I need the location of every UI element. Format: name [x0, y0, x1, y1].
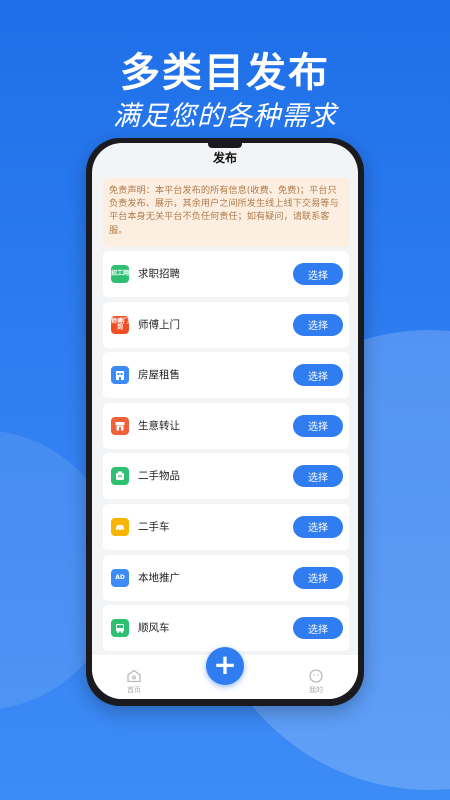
disclaimer-notice: 免责声明：本平台发布的所有信息(收费、免费)；平台只负责发布、展示，其余用户之间…: [103, 178, 349, 247]
select-button-job[interactable]: 选择: [293, 263, 343, 285]
page-title: 发布: [212, 151, 237, 165]
category-item-car[interactable]: 二手车 选择: [103, 503, 349, 550]
phone-screen: 发布 免责声明：本平台发布的所有信息(收费、免费)；平台只负责发布、展示，其余用…: [92, 143, 358, 699]
category-item-job[interactable]: 招工网 求职招聘 选择: [103, 251, 349, 297]
promo-subline: 满足您的各种需求: [113, 101, 337, 132]
promo-headline: 多类目发布: [120, 50, 330, 96]
select-button-car[interactable]: 选择: [293, 515, 343, 538]
tab-home-label: 首页: [127, 686, 141, 694]
tab-mine[interactable]: 我的: [296, 669, 336, 695]
category-item-house[interactable]: 房屋租售 选择: [103, 352, 349, 399]
home-icon: [127, 669, 141, 683]
category-label: 顺风车: [138, 622, 170, 635]
category-item-bus[interactable]: 顺风车 选择: [103, 605, 349, 652]
select-button-house[interactable]: 选择: [293, 364, 343, 387]
category-item-ad[interactable]: AD 本地推广 选择: [103, 554, 349, 601]
bus-icon: [111, 619, 129, 638]
category-label: 二手物品: [138, 470, 180, 483]
category-list: 招工网 求职招聘 选择 师傅门到 师傅上门 选择 房屋租售 选择 生意转让 选择…: [103, 251, 349, 656]
publish-fab-button[interactable]: +: [206, 647, 244, 685]
shop-icon: [111, 416, 129, 435]
select-button-ad[interactable]: 选择: [293, 566, 343, 589]
category-label: 生意转让: [138, 419, 180, 432]
category-label: 求职招聘: [138, 268, 180, 280]
category-item-worker[interactable]: 师傅门到 师傅上门 选择: [103, 301, 349, 348]
goods-icon: [111, 467, 129, 486]
tab-home[interactable]: 首页: [114, 669, 154, 695]
smiley-icon: [309, 669, 323, 683]
select-button-bus[interactable]: 选择: [293, 617, 343, 640]
category-label: 师傅上门: [138, 318, 180, 331]
car-icon: [111, 517, 129, 536]
job-icon: 招工网: [111, 265, 129, 283]
phone-frame: 发布 免责声明：本平台发布的所有信息(收费、免费)；平台只负责发布、展示，其余用…: [86, 138, 364, 706]
ad-icon: AD: [111, 568, 129, 587]
category-label: 房屋租售: [138, 369, 180, 382]
category-label: 二手车: [138, 520, 170, 533]
house-icon: [111, 366, 129, 385]
worker-icon: 师傅门到: [111, 315, 129, 334]
phone-notch: [208, 143, 242, 148]
select-button-shop[interactable]: 选择: [293, 414, 343, 437]
select-button-worker[interactable]: 选择: [293, 313, 343, 336]
select-button-goods[interactable]: 选择: [293, 465, 343, 488]
category-item-shop[interactable]: 生意转让 选择: [103, 402, 349, 449]
category-item-goods[interactable]: 二手物品 选择: [103, 453, 349, 500]
tab-mine-label: 我的: [309, 686, 323, 694]
category-label: 本地推广: [138, 571, 180, 584]
